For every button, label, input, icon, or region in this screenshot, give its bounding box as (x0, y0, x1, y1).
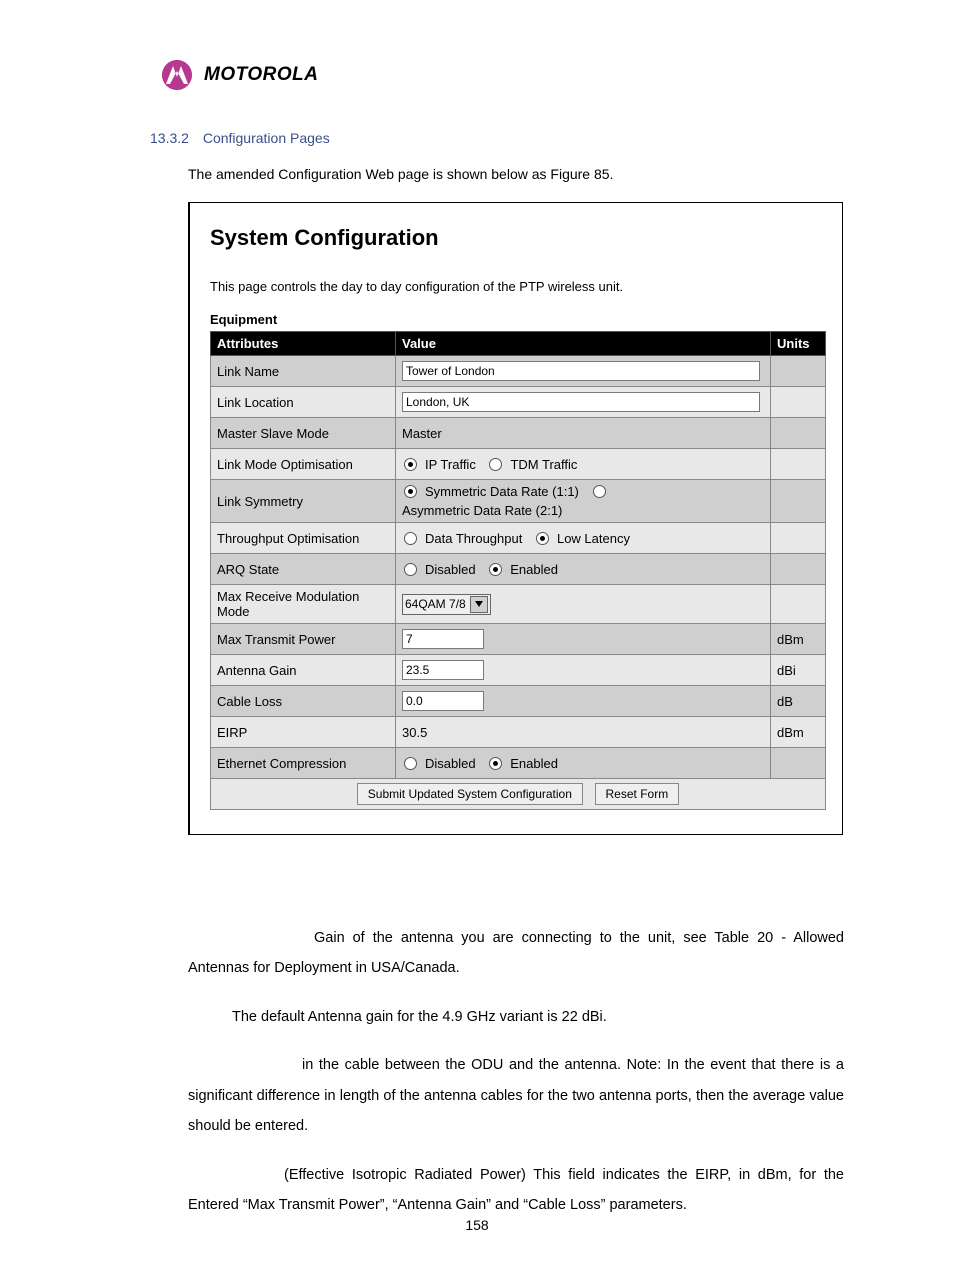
header-attributes: Attributes (211, 332, 396, 356)
label-link-symmetry: Link Symmetry (211, 480, 396, 523)
row-ethernet-compression: Ethernet Compression Disabled Enabled (211, 748, 826, 779)
submit-button[interactable]: Submit Updated System Configuration (357, 783, 583, 805)
input-link-location[interactable] (402, 392, 760, 412)
row-max-tx-power: Max Transmit Power dBm (211, 624, 826, 655)
table-header-row: Attributes Value Units (211, 332, 826, 356)
para-antenna-gain: Gain of the antenna you are connecting t… (188, 923, 844, 984)
config-panel: System Configuration This page controls … (188, 202, 843, 835)
intro-text: The amended Configuration Web page is sh… (188, 166, 844, 182)
label-max-tx-power: Max Transmit Power (211, 624, 396, 655)
para-default-gain-note: The default Antenna gain for the 4.9 GHz… (188, 1002, 844, 1032)
radio-symmetric[interactable] (404, 485, 417, 498)
radio-eth-enabled[interactable] (489, 757, 502, 770)
label-eth-compression: Ethernet Compression (211, 748, 396, 779)
reset-button[interactable]: Reset Form (595, 783, 680, 805)
input-antenna-gain[interactable] (402, 660, 484, 680)
select-max-rx-mod[interactable]: 64QAM 7/8 (402, 594, 491, 615)
units-max-tx-power: dBm (771, 624, 826, 655)
radio-label-tdm-traffic: TDM Traffic (510, 457, 577, 472)
label-link-location: Link Location (211, 387, 396, 418)
radio-label-eth-enabled: Enabled (510, 756, 558, 771)
chevron-down-icon (470, 596, 488, 613)
row-link-location: Link Location (211, 387, 826, 418)
radio-asymmetric[interactable] (593, 485, 606, 498)
radio-label-symmetric: Symmetric Data Rate (1:1) (425, 484, 579, 499)
row-arq-state: ARQ State Disabled Enabled (211, 554, 826, 585)
row-link-symmetry: Link Symmetry Symmetric Data Rate (1:1) … (211, 480, 826, 523)
label-arq-state: ARQ State (211, 554, 396, 585)
radio-arq-disabled[interactable] (404, 563, 417, 576)
config-table: Attributes Value Units Link Name Link Lo… (210, 331, 826, 810)
radio-label-ip-traffic: IP Traffic (425, 457, 476, 472)
section-title: Configuration Pages (203, 130, 330, 146)
body-paragraphs: Gain of the antenna you are connecting t… (188, 923, 844, 1221)
label-throughput-opt: Throughput Optimisation (211, 523, 396, 554)
radio-data-throughput[interactable] (404, 532, 417, 545)
radio-label-arq-disabled: Disabled (425, 562, 476, 577)
radio-label-arq-enabled: Enabled (510, 562, 558, 577)
radio-tdm-traffic[interactable] (489, 458, 502, 471)
value-eirp: 30.5 (396, 717, 771, 748)
input-cable-loss[interactable] (402, 691, 484, 711)
value-master-slave: Master (396, 418, 771, 449)
header-value: Value (396, 332, 771, 356)
para-cable-loss: in the cable between the ODU and the ant… (188, 1050, 844, 1141)
select-value-max-rx-mod: 64QAM 7/8 (405, 597, 466, 611)
row-antenna-gain: Antenna Gain dBi (211, 655, 826, 686)
brand-header: MOTOROLA (162, 60, 844, 90)
section-heading: 13.3.2 Configuration Pages (150, 130, 844, 146)
row-eirp: EIRP 30.5 dBm (211, 717, 826, 748)
label-max-rx-mod: Max Receive Modulation Mode (211, 585, 396, 624)
radio-eth-disabled[interactable] (404, 757, 417, 770)
para-eirp: (Effective Isotropic Radiated Power) Thi… (188, 1160, 844, 1221)
row-cable-loss: Cable Loss dB (211, 686, 826, 717)
input-link-name[interactable] (402, 361, 760, 381)
row-link-name: Link Name (211, 356, 826, 387)
label-link-name: Link Name (211, 356, 396, 387)
panel-group-label: Equipment (210, 312, 826, 327)
row-master-slave: Master Slave Mode Master (211, 418, 826, 449)
panel-description: This page controls the day to day config… (210, 279, 826, 294)
label-master-slave: Master Slave Mode (211, 418, 396, 449)
input-max-tx-power[interactable] (402, 629, 484, 649)
row-throughput-optimisation: Throughput Optimisation Data Throughput … (211, 523, 826, 554)
row-max-rx-modulation: Max Receive Modulation Mode 64QAM 7/8 (211, 585, 826, 624)
radio-low-latency[interactable] (536, 532, 549, 545)
radio-label-asymmetric: Asymmetric Data Rate (2:1) (402, 503, 562, 518)
row-link-mode-optimisation: Link Mode Optimisation IP Traffic TDM Tr… (211, 449, 826, 480)
header-units: Units (771, 332, 826, 356)
brand-wordmark: MOTOROLA (204, 64, 318, 86)
page-number: 158 (0, 1217, 954, 1233)
label-cable-loss: Cable Loss (211, 686, 396, 717)
radio-label-data-throughput: Data Throughput (425, 531, 522, 546)
row-buttons: Submit Updated System Configuration Rese… (211, 779, 826, 810)
motorola-logo-icon (162, 60, 192, 90)
label-link-mode-opt: Link Mode Optimisation (211, 449, 396, 480)
panel-title: System Configuration (210, 225, 826, 251)
label-antenna-gain: Antenna Gain (211, 655, 396, 686)
label-eirp: EIRP (211, 717, 396, 748)
radio-arq-enabled[interactable] (489, 563, 502, 576)
units-cable-loss: dB (771, 686, 826, 717)
radio-label-low-latency: Low Latency (557, 531, 630, 546)
radio-label-eth-disabled: Disabled (425, 756, 476, 771)
section-number: 13.3.2 (150, 130, 189, 146)
radio-ip-traffic[interactable] (404, 458, 417, 471)
units-eirp: dBm (771, 717, 826, 748)
units-antenna-gain: dBi (771, 655, 826, 686)
